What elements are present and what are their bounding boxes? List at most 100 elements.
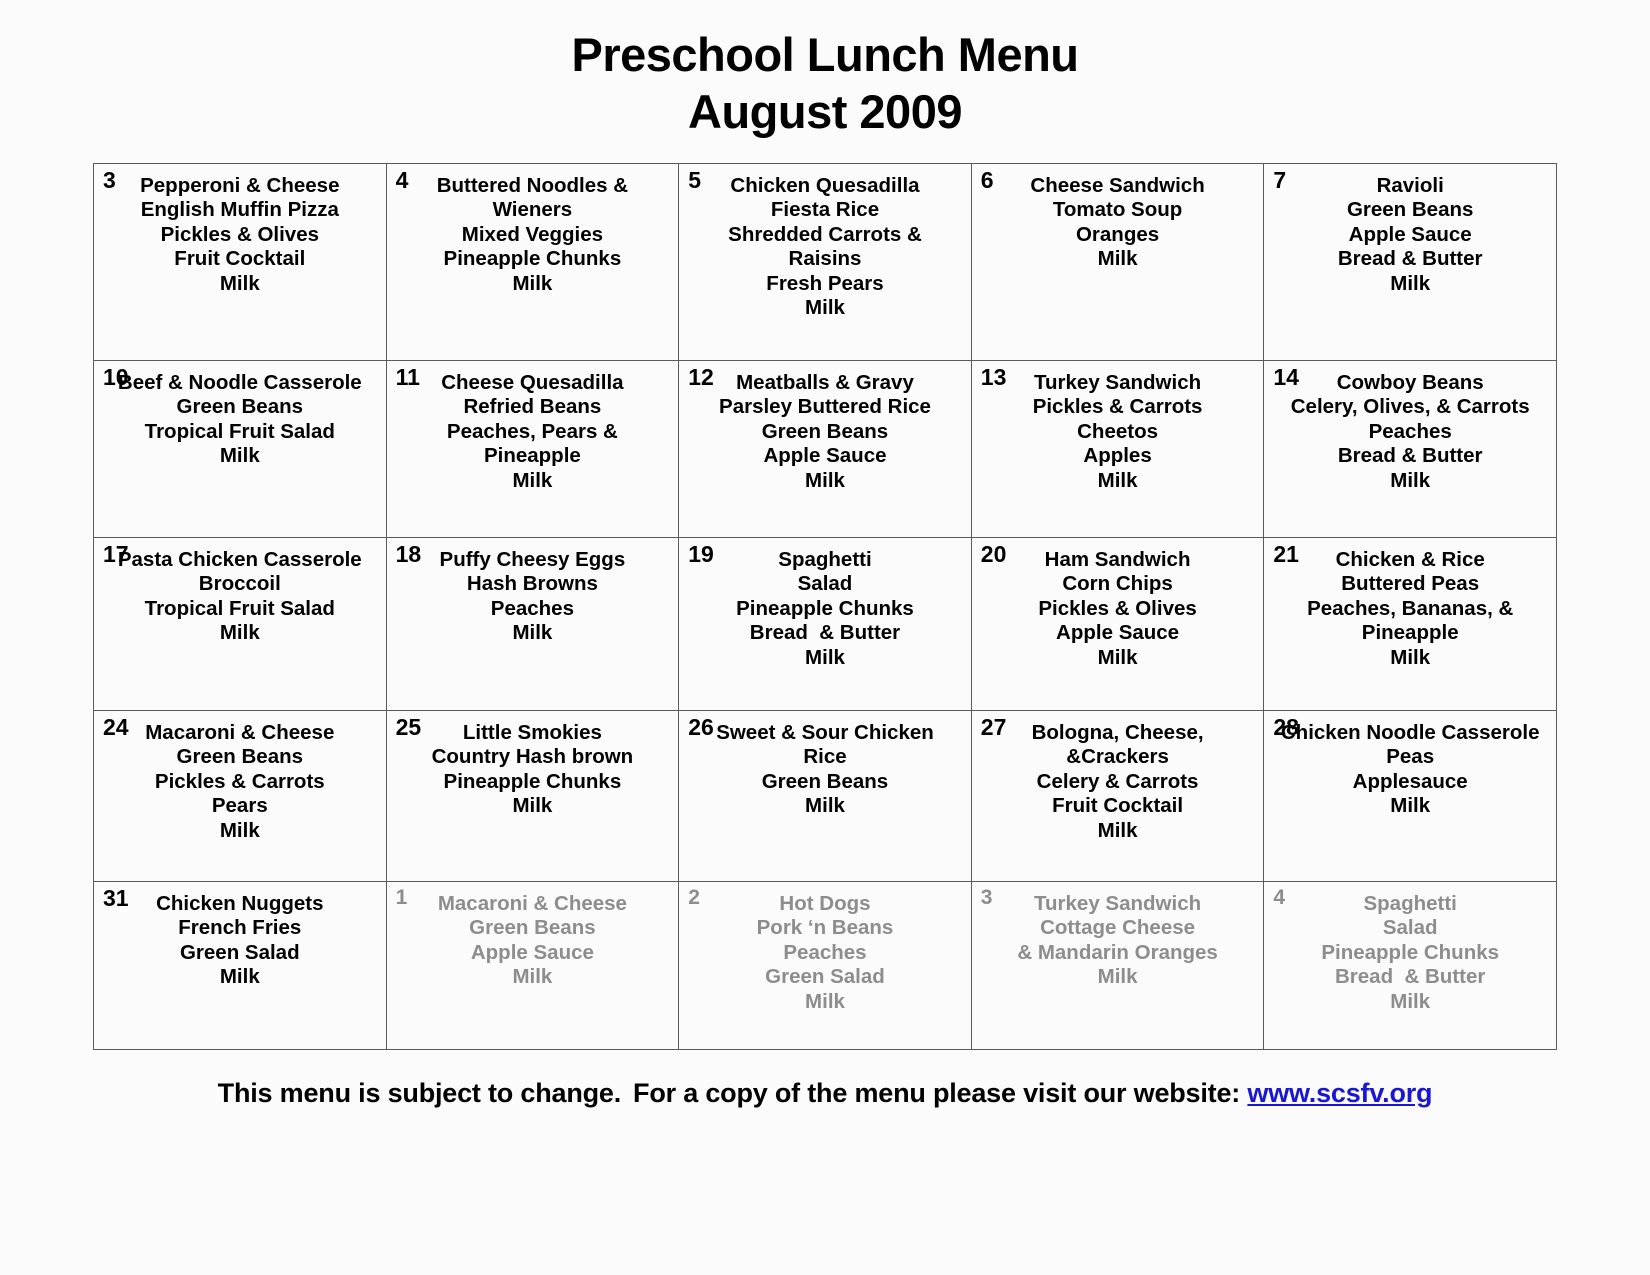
calendar-day-cell[interactable]: 14 Cowboy Beans Celery, Olives, & Carrots P… — [1263, 359, 1557, 538]
calendar-day-cell[interactable]: 4 Buttered Noodles & Wieners Mixed Veggies P… — [385, 162, 680, 361]
menu-item: Cottage Cheese — [1040, 916, 1196, 940]
menu-item: & Mandarin Oranges — [1017, 940, 1218, 964]
menu-item: Spaghetti — [1363, 891, 1457, 915]
day-cell-inner: 7 Ravioli Green Beans Apple Sauce Bread & Bu… — [1264, 164, 1556, 360]
menu-item: Apples — [1083, 444, 1152, 468]
menu-item: Milk — [512, 468, 553, 492]
menu-item: Peaches, Bananas, & — [1307, 596, 1514, 620]
calendar-day-cell[interactable]: 12 Meatballs & Gravy Parsley Buttered Rice… — [678, 359, 972, 538]
calendar-week-row: 3 Pepperoni & Cheese English Muffin Pizza P… — [93, 162, 1557, 361]
calendar-day-cell[interactable]: 19 Spaghetti Salad Pineapple Chunks Bread & … — [678, 536, 972, 711]
menu-item: Milk — [219, 271, 260, 295]
menu-item: Pickles & Carrots — [1032, 395, 1203, 419]
day-cell-inner: 20 Ham Sandwich Corn Chips Pickles & Olives… — [972, 538, 1264, 710]
menu-item: Milk — [1390, 989, 1431, 1013]
menu-item: Milk — [219, 818, 260, 842]
menu-item: Milk — [1390, 645, 1431, 669]
menu-item: Refried Beans — [463, 395, 602, 419]
menu-item: Peaches, Pears & — [446, 419, 618, 443]
calendar-day-cell[interactable]: 17 Pasta Chicken Casserole Broccoil Tropica… — [93, 536, 387, 711]
calendar-day-cell[interactable]: 13 Turkey Sandwich Pickles & Carrots Cheeto… — [970, 359, 1265, 538]
menu-item: Chicken Noodle Casserole — [1280, 720, 1540, 744]
calendar-day-cell[interactable]: 21 Chicken & Rice Buttered Peas Peaches, Ba… — [1263, 536, 1557, 711]
menu-item: Spaghetti — [778, 547, 872, 571]
calendar-day-cell[interactable]: 25 Little Smokies Country Hash brown Pineap… — [385, 709, 680, 882]
menu-item: Green Beans — [176, 745, 304, 769]
day-number: 13 — [980, 363, 1007, 390]
calendar-day-cell[interactable]: 27 Bologna, Cheese, &Crackers Celery & Carr… — [970, 709, 1265, 882]
day-cell-inner: 31 Chicken Nuggets French Fries Green Salad… — [94, 882, 386, 1049]
menu-item: Milk — [219, 965, 260, 989]
menu-item: Pasta Chicken Casserole — [117, 547, 362, 571]
menu-item-list: Turkey Sandwich Cottage Cheese & Mandarin … — [976, 892, 1260, 990]
menu-item: Fiesta Rice — [770, 198, 880, 222]
menu-item-list: Chicken Nuggets French Fries Green Salad Mi… — [98, 892, 382, 990]
day-cell-inner: 26 Sweet & Sour Chicken Rice Green Beans Mil… — [679, 711, 971, 881]
day-cell-inner: 3 Turkey Sandwich Cottage Cheese & Mandarin… — [972, 882, 1264, 1049]
calendar-day-cell[interactable]: 3 Turkey Sandwich Cottage Cheese & Mandarin… — [970, 880, 1265, 1050]
menu-item: Buttered Peas — [1341, 572, 1480, 596]
menu-item: Meatballs & Gravy — [736, 370, 914, 394]
menu-item: Milk — [1390, 271, 1431, 295]
day-cell-inner: 3 Pepperoni & Cheese English Muffin Pizza P… — [94, 164, 386, 360]
menu-item: Pears — [211, 794, 268, 818]
menu-item: Ravioli — [1376, 173, 1444, 197]
calendar-day-cell[interactable]: 26 Sweet & Sour Chicken Rice Green Beans Mil… — [678, 709, 972, 882]
menu-item: Pineapple — [1361, 621, 1459, 645]
day-cell-inner: 5 Chicken Quesadilla Fiesta Rice Shredded C… — [679, 164, 971, 360]
day-number: 5 — [688, 166, 701, 193]
day-cell-inner: 21 Chicken & Rice Buttered Peas Peaches, Ba… — [1264, 538, 1556, 710]
menu-item-list: Ham Sandwich Corn Chips Pickles & Olives Ap… — [976, 548, 1260, 670]
menu-item: Milk — [805, 468, 845, 492]
calendar-day-cell[interactable]: 3 Pepperoni & Cheese English Muffin Pizza P… — [93, 162, 387, 361]
calendar-day-cell[interactable]: 7 Ravioli Green Beans Apple Sauce Bread & Bu… — [1263, 162, 1557, 361]
menu-item: Salad — [1382, 916, 1438, 940]
calendar-day-cell[interactable]: 1 Macaroni & Cheese Green Beans Apple Sauce… — [385, 880, 680, 1050]
menu-item: Tropical Fruit Salad — [144, 419, 335, 443]
menu-item: Macaroni & Cheese — [145, 720, 335, 744]
calendar-day-cell[interactable]: 11 Cheese Quesadilla Refried Beans Peaches,… — [385, 359, 680, 538]
day-cell-inner: 10 Beef & Noodle Casserole Green Beans Trop… — [94, 361, 386, 537]
menu-item: Milk — [1097, 645, 1138, 669]
calendar-day-cell[interactable]: 20 Ham Sandwich Corn Chips Pickles & Olives… — [970, 536, 1265, 711]
day-cell-inner: 28 Chicken Noodle Casserole Peas Applesauce… — [1264, 711, 1556, 881]
calendar-week-row: 31 Chicken Nuggets French Fries Green Salad… — [93, 880, 1557, 1050]
calendar-day-cell[interactable]: 5 Chicken Quesadilla Fiesta Rice Shredded C… — [678, 162, 972, 361]
calendar-day-cell[interactable]: 24 Macaroni & Cheese Green Beans Pickles & … — [93, 709, 387, 882]
calendar-day-cell[interactable]: 31 Chicken Nuggets French Fries Green Salad… — [93, 880, 387, 1050]
menu-item: Bread & Butter — [749, 621, 901, 645]
calendar-day-cell[interactable]: 10 Beef & Noodle Casserole Green Beans Trop… — [93, 359, 387, 538]
menu-item-list: Beef & Noodle Casserole Green Beans Tropic… — [98, 371, 382, 469]
calendar-day-cell[interactable]: 28 Chicken Noodle Casserole Peas Applesauce… — [1263, 709, 1557, 882]
day-number: 4 — [395, 166, 409, 193]
menu-item: Apple Sauce — [1056, 621, 1180, 645]
menu-item: Wieners — [492, 198, 573, 222]
menu-item: Cowboy Beans — [1336, 370, 1484, 394]
calendar-week-row: 10 Beef & Noodle Casserole Green Beans Trop… — [93, 359, 1557, 538]
menu-item: Pickles & Olives — [1038, 596, 1197, 620]
menu-item: Milk — [805, 989, 845, 1013]
menu-item: Pineapple — [483, 444, 581, 468]
calendar-day-cell[interactable]: 6 Cheese Sandwich Tomato Soup Oranges Milk — [970, 162, 1265, 361]
menu-item-list: Puffy Cheesy Eggs Hash Browns Peaches Milk — [391, 548, 675, 646]
website-link[interactable]: www.scsfv.org — [1247, 1078, 1432, 1108]
day-cell-inner: 18 Puffy Cheesy Eggs Hash Browns Peaches Mil… — [387, 538, 679, 710]
menu-item-list: Chicken & Rice Buttered Peas Peaches, Bana… — [1268, 548, 1552, 670]
menu-item: Green Beans — [1346, 198, 1474, 222]
menu-item: Pepperoni & Cheese — [140, 173, 340, 197]
menu-item: Corn Chips — [1062, 572, 1173, 596]
menu-item-list: Cheese Quesadilla Refried Beans Peaches, P… — [391, 371, 675, 493]
calendar-day-cell[interactable]: 18 Puffy Cheesy Eggs Hash Browns Peaches Mil… — [385, 536, 680, 711]
menu-item: Beef & Noodle Casserole — [117, 370, 362, 394]
calendar-day-cell[interactable]: 2 Hot Dogs Pork ‘n Beans Peaches Green Salad… — [678, 880, 972, 1050]
calendar-container: 3 Pepperoni & Cheese English Muffin Pizza P… — [93, 162, 1557, 1050]
menu-item-list: Pepperoni & Cheese English Muffin Pizza Pi… — [98, 174, 382, 296]
day-cell-inner: 13 Turkey Sandwich Pickles & Carrots Cheeto… — [972, 361, 1264, 537]
calendar-day-cell[interactable]: 4 Spaghetti Salad Pineapple Chunks Bread & B… — [1263, 880, 1557, 1050]
menu-item: Milk — [512, 271, 553, 295]
menu-item: English Muffin Pizza — [140, 198, 339, 222]
menu-item: Tomato Soup — [1052, 198, 1183, 222]
menu-item: Pickles & Olives — [160, 222, 319, 246]
menu-item-list: Hot Dogs Pork ‘n Beans Peaches Green Salad M… — [683, 892, 967, 1014]
menu-item: Macaroni & Cheese — [437, 891, 627, 915]
